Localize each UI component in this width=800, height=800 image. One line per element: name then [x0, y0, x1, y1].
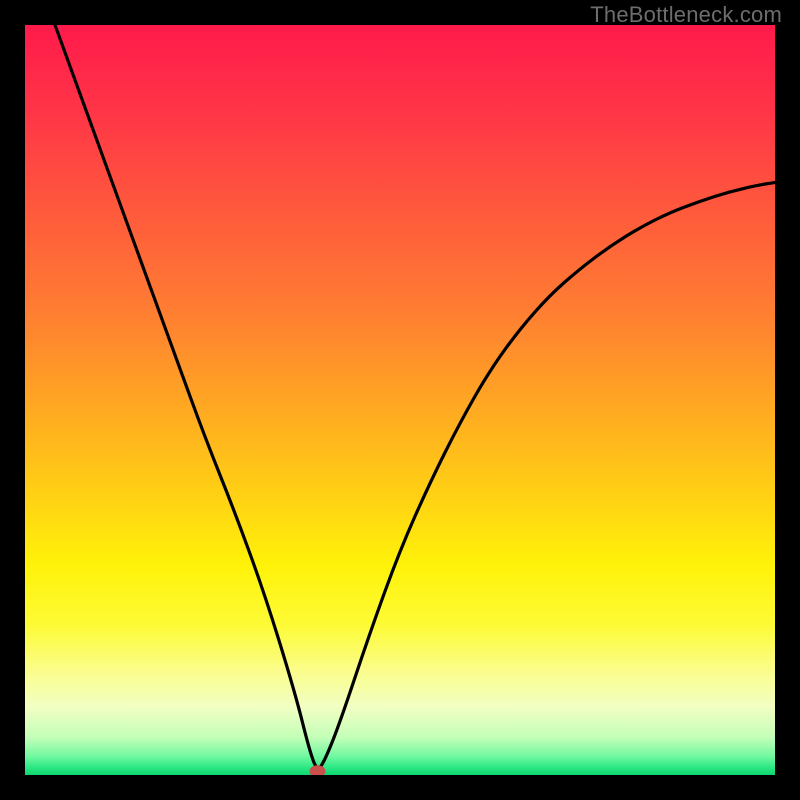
gradient-background: [25, 25, 775, 775]
bottleneck-chart: [25, 25, 775, 775]
watermark-label: TheBottleneck.com: [590, 2, 782, 28]
plot-area: [25, 25, 775, 775]
chart-frame: TheBottleneck.com: [0, 0, 800, 800]
